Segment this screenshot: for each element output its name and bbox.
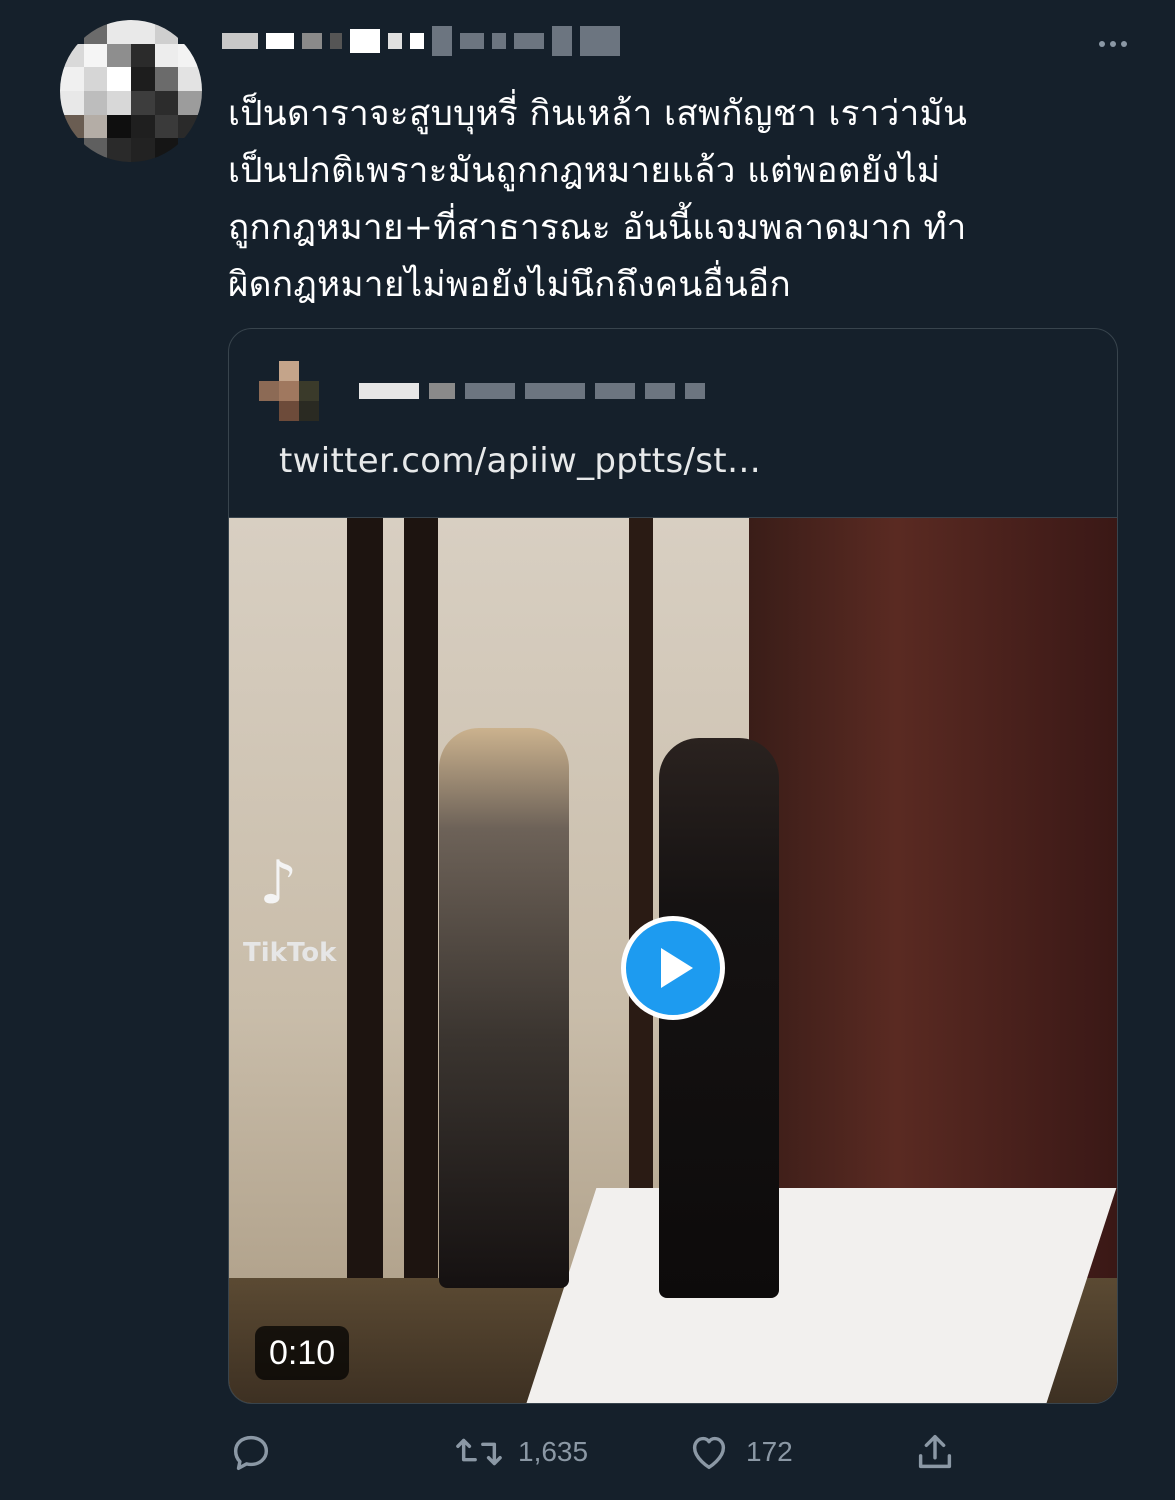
more-icon[interactable] xyxy=(1091,24,1135,64)
author-name-redacted[interactable] xyxy=(222,20,862,62)
retweet-icon xyxy=(456,1438,502,1466)
reply-icon xyxy=(233,1435,269,1471)
share-icon xyxy=(918,1434,952,1469)
heart-icon xyxy=(692,1436,726,1470)
quoted-tweet-link[interactable]: twitter.com/apiiw_pptts/st… xyxy=(279,441,761,481)
tiktok-watermark: TikTok xyxy=(243,938,337,968)
tweet-actions: 1,635 172 xyxy=(228,1420,988,1484)
author-avatar[interactable] xyxy=(60,20,202,162)
video-thumbnail[interactable]: ♪ TikTok 0:10 xyxy=(229,517,1117,1403)
video-duration: 0:10 xyxy=(255,1326,350,1380)
play-icon[interactable] xyxy=(621,916,725,1020)
retweet-button[interactable]: 1,635 xyxy=(454,1420,588,1484)
quoted-author-redacted[interactable] xyxy=(259,361,819,421)
quoted-tweet-card[interactable]: twitter.com/apiiw_pptts/st… ♪ TikTok 0:1… xyxy=(228,328,1118,1404)
tweet-text: เป็นดาราจะสูบบุหรี่ กินเหล้า เสพกัญชา เร… xyxy=(228,94,968,305)
tiktok-logo-icon: ♪ xyxy=(259,848,298,918)
like-count: 172 xyxy=(746,1436,793,1467)
quoted-author-avatar xyxy=(259,361,319,421)
share-button[interactable] xyxy=(912,1420,958,1484)
retweet-count: 1,635 xyxy=(518,1436,589,1467)
video-person-left xyxy=(439,728,569,1288)
like-button[interactable]: 172 xyxy=(686,1420,793,1484)
reply-button[interactable] xyxy=(228,1420,274,1484)
